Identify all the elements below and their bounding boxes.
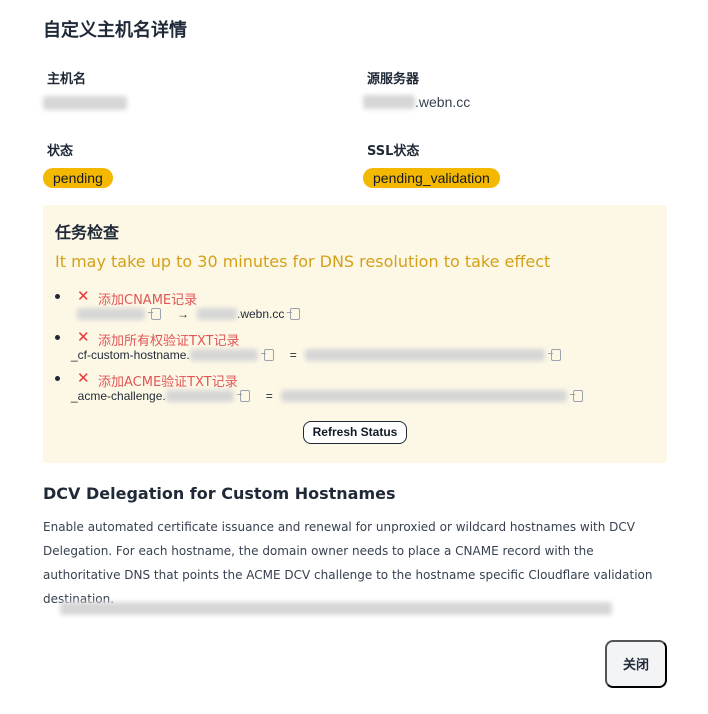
status-label: 状态 <box>47 144 74 159</box>
ownership-txt-detail: _cf-custom-hostname. = <box>71 348 569 362</box>
status-badge: pending <box>43 168 113 188</box>
refresh-status-button[interactable]: Refresh Status <box>303 421 407 444</box>
acme-txt-name-prefix: _acme-challenge. <box>71 389 166 403</box>
origin-value: .webn.cc <box>363 94 470 110</box>
cname-target-suffix: .webn.cc <box>237 307 285 321</box>
bullet <box>55 294 60 299</box>
bullet <box>55 335 60 340</box>
task-label-ownership-txt: 添加所有权验证TXT记录 <box>98 334 240 349</box>
x-icon: ✕ <box>77 370 90 387</box>
redacted-ownership-value <box>304 349 545 361</box>
close-button[interactable]: 关闭 <box>605 640 667 688</box>
hostname-label: 主机名 <box>47 72 87 87</box>
ssl-status-label: SSL状态 <box>367 144 420 159</box>
cname-record-detail: → .webn.cc <box>77 307 308 321</box>
hostname-value <box>43 94 127 111</box>
copy-icon[interactable] <box>260 349 274 361</box>
acme-txt-detail: _acme-challenge. = <box>71 389 591 403</box>
copy-icon[interactable] <box>236 390 250 402</box>
dcv-delegation-target <box>60 600 612 618</box>
redacted-ownership-name <box>189 349 258 361</box>
redacted-cname-target <box>197 308 237 320</box>
task-check-title: 任务检查 <box>55 223 120 242</box>
x-icon: ✕ <box>77 329 90 346</box>
task-label-acme-txt: 添加ACME验证TXT记录 <box>98 375 238 390</box>
x-icon: ✕ <box>77 288 90 305</box>
redacted-hostname <box>43 96 127 111</box>
copy-icon[interactable] <box>148 308 161 320</box>
origin-label: 源服务器 <box>367 72 420 87</box>
redacted-cname-name <box>77 308 145 320</box>
copy-icon[interactable] <box>569 390 583 402</box>
ownership-txt-name-prefix: _cf-custom-hostname. <box>71 348 190 362</box>
equals-sign: = <box>289 348 297 362</box>
redacted-dcv-target <box>60 602 612 616</box>
copy-icon[interactable] <box>547 349 561 361</box>
dcv-delegation-title: DCV Delegation for Custom Hostnames <box>43 484 396 503</box>
dialog-title: 自定义主机名详情 <box>43 20 187 41</box>
dcv-delegation-description: Enable automated certificate issuance an… <box>43 520 653 606</box>
ssl-status-badge: pending_validation <box>363 168 500 188</box>
bullet <box>55 376 60 381</box>
redacted-acme-name <box>165 390 234 402</box>
origin-suffix: .webn.cc <box>415 94 471 110</box>
arrow-icon: → <box>177 307 189 321</box>
copy-icon[interactable] <box>287 308 301 320</box>
equals-sign: = <box>265 389 273 403</box>
redacted-acme-value <box>280 390 567 402</box>
redacted-origin <box>363 95 415 109</box>
dns-propagation-note: It may take up to 30 minutes for DNS res… <box>55 252 551 271</box>
task-label-cname: 添加CNAME记录 <box>98 293 198 308</box>
